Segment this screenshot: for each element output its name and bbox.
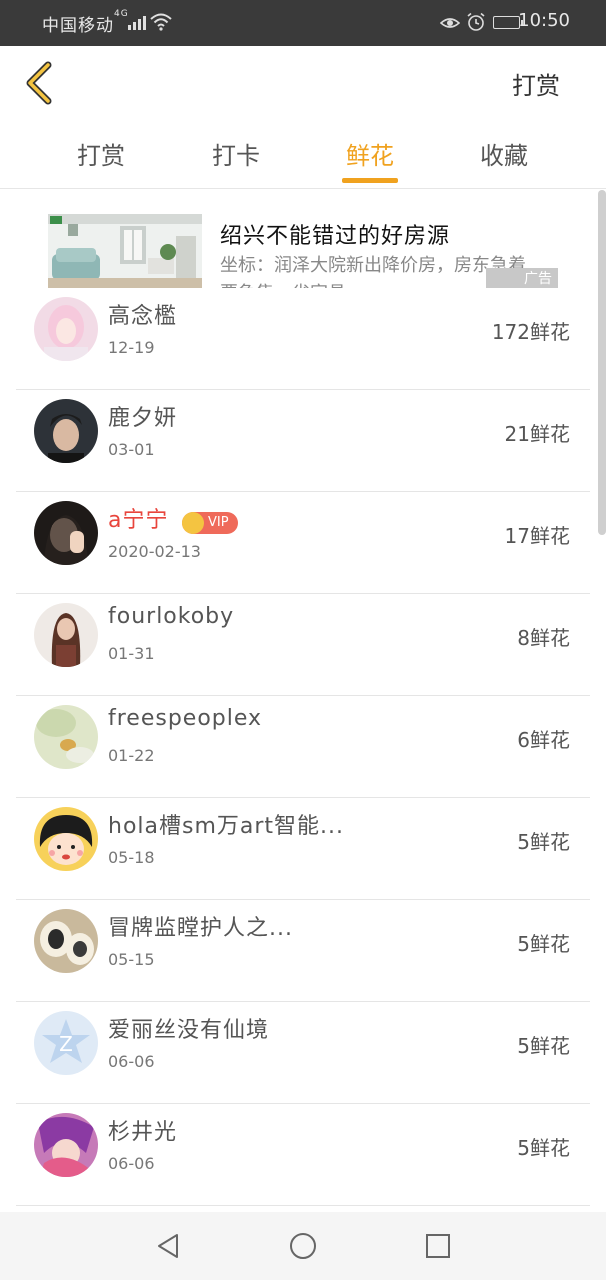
tab-bar: 打赏 打卡 鲜花 收藏 [0, 122, 606, 189]
list-item[interactable]: Z 爱丽丝没有仙境 06-06 5鲜花 [0, 1002, 606, 1104]
list-item[interactable]: a宁宁 VIP 2020-02-13 17鲜花 [0, 492, 606, 594]
avatar[interactable] [34, 705, 98, 769]
status-bar: 中国移动4G 10:50 [0, 0, 606, 46]
flower-count: 8鲜花 [517, 626, 570, 650]
avatar[interactable]: Z [34, 1011, 98, 1075]
carrier-text: 中国移动 [42, 16, 114, 36]
avatar[interactable] [34, 603, 98, 667]
recents-square-icon[interactable] [422, 1230, 454, 1262]
eye-comfort-icon [440, 18, 460, 28]
list-item[interactable]: 鹿夕妍 03-01 21鲜花 [0, 390, 606, 492]
flower-count: 5鲜花 [517, 830, 570, 854]
clock: 10:50 [518, 10, 570, 31]
user-name: fourlokoby [108, 604, 235, 629]
date-label: 01-22 [108, 746, 155, 765]
avatar[interactable] [34, 1113, 98, 1177]
tab-checkin[interactable]: 打卡 [186, 136, 286, 171]
svg-text:Z: Z [59, 1032, 73, 1056]
reward-button[interactable]: 打赏 [512, 66, 560, 101]
crown-icon [182, 512, 204, 534]
back-triangle-icon[interactable] [153, 1230, 185, 1262]
ad-banner[interactable]: 绍兴不能错过的好房源 坐标：润泽大院新出降价房，房东急着要急售，省家具 广告 [0, 190, 606, 288]
date-label: 05-18 [108, 848, 155, 867]
flower-count: 21鲜花 [504, 422, 570, 446]
date-label: 06-06 [108, 1052, 155, 1071]
ad-description: 坐标：润泽大院新出降价房，房东急着要急售，省家具 [220, 255, 526, 288]
scrollbar[interactable] [598, 190, 606, 535]
date-label: 12-19 [108, 338, 155, 357]
user-name: 爱丽丝没有仙境 [108, 1018, 270, 1043]
avatar[interactable] [34, 909, 98, 973]
ad-badge: 广告 [486, 268, 558, 288]
list-item[interactable]: fourlokoby 01-31 8鲜花 [0, 594, 606, 696]
flower-count: 5鲜花 [517, 1136, 570, 1160]
date-label: 01-31 [108, 644, 155, 663]
signal-icon [128, 14, 148, 30]
avatar[interactable] [34, 399, 98, 463]
user-name: 高念檻 [108, 304, 178, 329]
list-item[interactable]: 冒牌监瞠护人之... 05-15 5鲜花 [0, 900, 606, 1002]
date-label: 05-15 [108, 950, 155, 969]
flower-count: 17鲜花 [504, 524, 570, 548]
tab-favorites[interactable]: 收藏 [454, 136, 554, 171]
user-name: a宁宁 [108, 508, 169, 533]
date-label: 03-01 [108, 440, 155, 459]
living-room-image [48, 214, 202, 288]
avatar[interactable] [34, 501, 98, 565]
date-label: 06-06 [108, 1154, 155, 1173]
flower-count: 6鲜花 [517, 728, 570, 752]
avatar[interactable] [34, 807, 98, 871]
list-item[interactable]: freespeoplex 01-22 6鲜花 [0, 696, 606, 798]
user-name: 冒牌监瞠护人之... [108, 916, 293, 941]
list-item[interactable]: hola槽sm万art智能... 05-18 5鲜花 [0, 798, 606, 900]
avatar[interactable] [34, 297, 98, 361]
list-item[interactable]: 杉井光 06-06 5鲜花 [0, 1104, 606, 1206]
tab-reward[interactable]: 打赏 [51, 136, 151, 171]
flower-count: 5鲜花 [517, 1034, 570, 1058]
user-name: 杉井光 [108, 1120, 178, 1145]
flower-count: 5鲜花 [517, 932, 570, 956]
date-label: 2020-02-13 [108, 542, 201, 561]
home-circle-icon[interactable] [287, 1230, 319, 1262]
flower-list: 高念檻 12-19 172鲜花 鹿夕妍 03-01 21鲜花 a宁宁 VIP 2… [0, 288, 606, 1206]
tab-flowers[interactable]: 鲜花 [320, 136, 420, 171]
active-tab-indicator [342, 178, 398, 183]
user-name: freespeoplex [108, 706, 263, 731]
network-type: 4G [114, 9, 129, 19]
header: 打赏 [0, 46, 606, 122]
chevron-left-icon[interactable] [22, 60, 58, 106]
system-nav-bar [0, 1212, 606, 1280]
vip-badge: VIP [182, 512, 238, 534]
battery-icon [493, 16, 523, 29]
user-name: 鹿夕妍 [108, 406, 178, 431]
flower-count: 172鲜花 [491, 320, 570, 344]
alarm-icon [467, 12, 485, 31]
ad-image [48, 214, 202, 288]
vip-label: VIP [208, 515, 229, 530]
ad-title: 绍兴不能错过的好房源 [220, 224, 451, 249]
wifi-icon [150, 13, 172, 31]
list-item[interactable]: 高念檻 12-19 172鲜花 [0, 288, 606, 390]
carrier-label: 中国移动4G [42, 9, 129, 36]
user-name: hola槽sm万art智能... [108, 814, 345, 839]
